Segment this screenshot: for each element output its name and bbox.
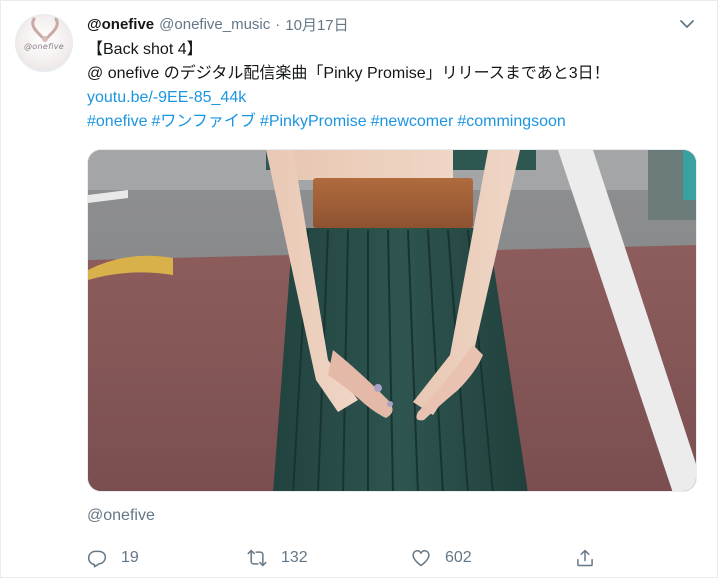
separator-dot: · bbox=[275, 15, 281, 33]
retweet-icon bbox=[247, 549, 267, 567]
hashtag-commingsoon[interactable]: #commingsoon bbox=[457, 113, 566, 130]
hashtag-pinkypromise[interactable]: #PinkyPromise bbox=[260, 113, 367, 130]
tweet-photo[interactable] bbox=[87, 149, 697, 492]
tweet-link[interactable]: youtu.be/-9EE-85_44k bbox=[87, 86, 701, 110]
like-count: 602 bbox=[445, 549, 472, 566]
display-name[interactable]: @onefive bbox=[87, 16, 154, 33]
chevron-down-icon[interactable] bbox=[679, 16, 695, 32]
share-icon bbox=[577, 549, 593, 567]
hashtag-wanfaibu[interactable]: #ワンファイブ bbox=[152, 113, 256, 130]
action-bar: 19 132 602 bbox=[87, 545, 717, 571]
like-button[interactable]: 602 bbox=[411, 545, 472, 571]
photo-image bbox=[88, 150, 696, 491]
heart-icon bbox=[412, 550, 430, 567]
hashtag-newcomer[interactable]: #newcomer bbox=[371, 113, 454, 130]
reply-icon bbox=[87, 550, 107, 568]
screen-name[interactable]: @onefive_music bbox=[159, 16, 270, 33]
reply-button[interactable]: 19 bbox=[87, 545, 139, 571]
avatar[interactable]: @onefive bbox=[15, 14, 73, 72]
tweet-text: 【Back shot 4】 @ onefive のデジタル配信楽曲「Pinky … bbox=[87, 38, 701, 134]
timestamp[interactable]: 10月17日 bbox=[285, 14, 348, 35]
quoted-account-link[interactable]: @onefive bbox=[87, 507, 155, 525]
hashtag-onefive[interactable]: #onefive bbox=[87, 113, 148, 130]
tweet-text-line-2: @ onefive のデジタル配信楽曲「Pinky Promise」リリースまで… bbox=[87, 65, 610, 82]
tweet-header: @onefive @onefive_music · 10月17日 bbox=[87, 13, 697, 35]
tweet-card[interactable]: @onefive @onefive @onefive_music · 10月17… bbox=[0, 0, 718, 578]
avatar-logo-text: @onefive bbox=[24, 42, 64, 51]
share-button[interactable] bbox=[575, 545, 609, 571]
retweet-button[interactable]: 132 bbox=[247, 545, 308, 571]
retweet-count: 132 bbox=[281, 549, 308, 566]
reply-count: 19 bbox=[121, 549, 139, 566]
hashtag-list: #onefive #ワンファイブ #PinkyPromise #newcomer #co… bbox=[87, 110, 701, 134]
tweet-text-line-1: 【Back shot 4】 bbox=[87, 41, 203, 58]
